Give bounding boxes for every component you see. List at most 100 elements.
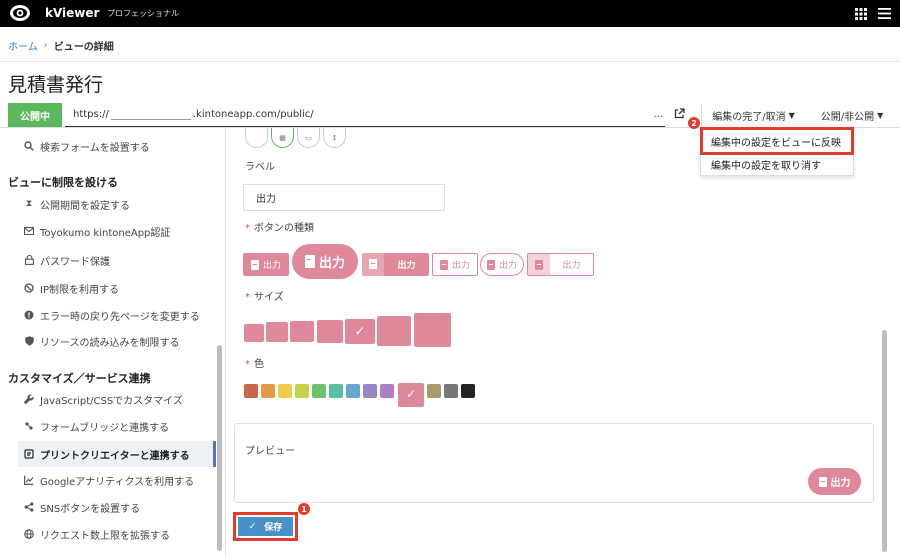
required-mark: *: [245, 292, 250, 303]
sidebar-section-restrict: ビューに制限を設ける: [8, 176, 118, 189]
color-swatch[interactable]: [278, 384, 292, 398]
color-swatch[interactable]: [346, 384, 360, 398]
sidebar-item-label: エラー時の戻り先ページを変更する: [40, 311, 200, 323]
size-option-2[interactable]: [266, 322, 288, 342]
button-type-option-2[interactable]: 出力: [292, 244, 358, 279]
sidebar-item-label: IP制限を利用する: [40, 284, 119, 296]
file-pdf-icon: [439, 259, 448, 270]
sidebar-scrollbar[interactable]: [217, 345, 222, 551]
button-type-option-4[interactable]: 出力: [432, 253, 478, 276]
sidebar-item-formbridge[interactable]: フォームブリッジと連携する: [18, 414, 216, 438]
caret-down-icon: ▼: [788, 110, 795, 120]
color-swatch[interactable]: [427, 384, 441, 398]
required-mark: *: [245, 359, 250, 370]
apply-highlight-frame: [700, 127, 854, 155]
button-type-option-1[interactable]: 出力: [243, 253, 289, 276]
button-type-option-5[interactable]: 出力: [480, 253, 524, 276]
file-pdf-icon: [304, 255, 315, 268]
sidebar-item-printcreator[interactable]: プリントクリエイターと連携する: [18, 441, 216, 467]
color-swatch[interactable]: [363, 384, 377, 398]
wrench-icon: [24, 394, 34, 404]
external-link-icon[interactable]: [674, 108, 685, 122]
sidebar-item-js-css[interactable]: JavaScript/CSSでカスタマイズ: [18, 387, 216, 411]
breadcrumb-home-link[interactable]: ホーム: [8, 38, 38, 53]
sidebar-item-label: Toyokumo kintoneApp認証: [40, 227, 171, 239]
color-swatch[interactable]: [261, 384, 275, 398]
color-swatch[interactable]: [295, 384, 309, 398]
step-badge-2: 2: [688, 117, 700, 129]
file-pdf-icon: [818, 476, 827, 487]
breadcrumb: ホーム › ビューの詳細: [8, 38, 114, 53]
sidebar-item-label: JavaScript/CSSでカスタマイズ: [40, 395, 183, 407]
sidebar-item-request-limit[interactable]: リクエスト数上限を拡張する: [18, 522, 216, 546]
size-option-7[interactable]: [414, 313, 451, 347]
puzzle-icon: [24, 421, 34, 431]
sidebar-item-password[interactable]: パスワード保護: [18, 248, 216, 272]
sidebar-item-label: SNSボタンを設置する: [40, 503, 141, 515]
public-toggle-button[interactable]: 公開/非公開 ▼: [808, 103, 896, 127]
url-ellipsis: ...: [653, 109, 663, 120]
sidebar-item-ip[interactable]: IP制限を利用する: [18, 276, 216, 300]
eye-logo-icon[interactable]: [9, 4, 31, 25]
button-type-option-3[interactable]: 出力: [362, 253, 429, 276]
size-option-1[interactable]: [244, 324, 264, 342]
envelope-icon: [24, 226, 34, 236]
preview-title: プレビュー: [245, 446, 295, 457]
button-type-label: 出力: [562, 261, 581, 271]
file-pdf-icon: [535, 260, 543, 270]
document-icon: [24, 449, 34, 459]
color-title-text: 色: [254, 359, 264, 370]
color-swatch[interactable]: [461, 384, 475, 398]
color-swatch[interactable]: [444, 384, 458, 398]
size-option-6[interactable]: [377, 316, 411, 346]
sidebar-item-label: Googleアナリティクスを利用する: [40, 476, 195, 488]
sidebar-item-label: リソースの読み込みを制限する: [40, 337, 180, 349]
color-swatch[interactable]: [244, 384, 258, 398]
chart-line-icon: [24, 475, 34, 485]
size-option-4[interactable]: [317, 320, 343, 343]
sidebar-item-auth[interactable]: Toyokumo kintoneApp認証: [18, 219, 216, 243]
size-option-5[interactable]: [345, 319, 375, 344]
sidebar-item-resource[interactable]: リソースの読み込みを制限する: [18, 329, 216, 353]
public-url[interactable]: https:// .kintoneapp.com/public/ ...: [65, 103, 665, 127]
button-type-option-6[interactable]: 出力: [527, 253, 594, 276]
toolbar-copy-button[interactable]: ▭: [297, 128, 320, 148]
size-option-3[interactable]: [290, 321, 314, 342]
apps-grid-icon[interactable]: [855, 8, 867, 23]
hourglass-icon: ⧗: [25, 199, 33, 209]
sidebar-item-google-analytics[interactable]: Googleアナリティクスを利用する: [18, 468, 216, 492]
label-field-title: ラベル: [245, 162, 275, 173]
sidebar-item-search-form[interactable]: 検索フォームを設置する: [18, 134, 216, 158]
main-scrollbar[interactable]: [882, 330, 887, 552]
preview-panel: プレビュー 出力: [234, 423, 874, 503]
sidebar-item-period[interactable]: ⧗ 公開期間を設定する: [18, 192, 216, 216]
sidebar-item-error[interactable]: エラー時の戻り先ページを変更する: [18, 303, 216, 327]
label-input[interactable]: 出力: [243, 184, 445, 211]
breadcrumb-current: ビューの詳細: [53, 42, 114, 53]
color-swatch[interactable]: [380, 384, 394, 398]
app-name[interactable]: kViewer: [45, 6, 99, 20]
toolbar-move-button[interactable]: ↕: [323, 128, 346, 148]
edit-finish-cancel-button[interactable]: 編集の完了/取消 ▼: [701, 103, 805, 127]
sidebar-item-sns[interactable]: SNSボタンを設置する: [18, 495, 216, 519]
lock-icon: [24, 255, 34, 265]
chevron-right-icon: ›: [43, 40, 48, 51]
preview-output-button[interactable]: 出力: [808, 468, 861, 495]
color-title: * 色: [245, 355, 264, 370]
sidebar-item-label: プリントクリエイターと連携する: [40, 450, 190, 462]
button-type-label: 出力: [451, 261, 470, 271]
hamburger-menu-icon[interactable]: [878, 8, 891, 22]
color-swatch[interactable]: [329, 384, 343, 398]
public-status-badge: 公開中: [8, 103, 62, 127]
button-type-label: 出力: [397, 261, 416, 271]
top-bar: kViewer プロフェッショナル: [0, 0, 900, 27]
sidebar-item-label: リクエスト数上限を拡張する: [40, 530, 170, 542]
file-pdf-icon: [486, 259, 495, 270]
edit-menu-label: 編集の完了/取消: [712, 111, 786, 123]
color-swatch-selected[interactable]: [398, 383, 424, 407]
toolbar-image-button[interactable]: ▦: [271, 128, 294, 148]
color-swatch[interactable]: [312, 384, 326, 398]
toolbar-blank-button[interactable]: [245, 128, 268, 148]
dropdown-item-discard[interactable]: 編集中の設定を取り消す: [701, 153, 855, 175]
save-button[interactable]: ✓ 保存: [238, 517, 293, 536]
